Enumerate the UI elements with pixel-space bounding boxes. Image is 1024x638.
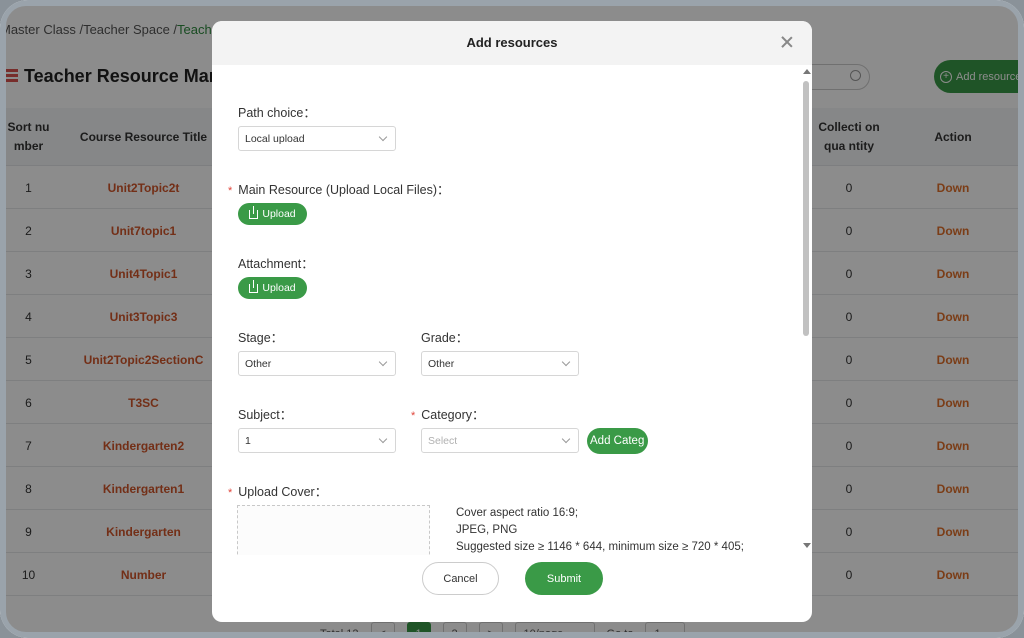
app-frame: Master Class /Teacher Space /Teacher Re … xyxy=(0,0,1024,638)
submit-button[interactable]: Submit xyxy=(525,562,603,595)
stage-select[interactable]: Other xyxy=(238,351,396,376)
category-placeholder: Select xyxy=(428,434,458,447)
scroll-up-arrow-icon[interactable] xyxy=(803,69,811,74)
main-resource-label-text: Main Resource (Upload Local Files)： xyxy=(238,183,450,197)
category-label: * Category： xyxy=(411,404,485,423)
chevron-down-icon xyxy=(561,434,571,444)
cover-upload-area[interactable] xyxy=(237,505,430,555)
modal-title: Add resources xyxy=(466,35,558,50)
scrollbar-thumb[interactable] xyxy=(803,81,809,336)
main-resource-upload-button[interactable]: Upload xyxy=(238,203,307,225)
required-mark: * xyxy=(411,410,416,422)
upload-cover-label-text: Upload Cover： xyxy=(238,485,328,499)
subject-select[interactable]: 1 xyxy=(238,428,396,453)
main-resource-label: * Main Resource (Upload Local Files)： xyxy=(228,179,449,198)
path-choice-select[interactable]: Local upload xyxy=(238,126,396,151)
modal-body: Path choice： Local upload * Main Resource… xyxy=(212,65,812,555)
stage-label: Stage： xyxy=(238,331,284,345)
chevron-down-icon xyxy=(378,434,388,444)
add-category-button[interactable]: Add Categ xyxy=(587,428,648,454)
path-choice-label: Path choice： xyxy=(238,106,316,120)
required-mark: * xyxy=(228,487,233,499)
upload-cover-label: * Upload Cover： xyxy=(228,481,327,500)
cover-tip-ratio: Cover aspect ratio 16:9; xyxy=(456,507,579,519)
add-resources-dialog: Add resources Path choice： Local upload … xyxy=(212,21,812,622)
category-select[interactable]: Select xyxy=(421,428,579,453)
cover-tip-size: Suggested size ≥ 1146 * 644, minimum siz… xyxy=(456,541,744,553)
scroll-down-arrow-icon[interactable] xyxy=(803,543,811,548)
grade-value: Other xyxy=(428,357,455,370)
modal-scrollbar[interactable] xyxy=(802,69,811,549)
upload-icon xyxy=(249,279,259,293)
subject-label: Subject： xyxy=(238,408,293,422)
category-label-text: Category： xyxy=(421,408,485,422)
grade-label: Grade： xyxy=(421,331,469,345)
attachment-label: Attachment： xyxy=(238,257,314,271)
upload-icon xyxy=(249,205,259,219)
cover-tip-format: JPEG, PNG xyxy=(456,524,518,536)
path-choice-value: Local upload xyxy=(245,132,305,145)
modal-header: Add resources xyxy=(212,21,812,65)
upload-label: Upload xyxy=(262,208,296,220)
required-mark: * xyxy=(228,185,233,197)
chevron-down-icon xyxy=(561,357,571,367)
stage-value: Other xyxy=(245,357,272,370)
upload-label: Upload xyxy=(262,282,296,294)
close-icon[interactable] xyxy=(780,35,794,49)
subject-value: 1 xyxy=(245,434,251,447)
attachment-upload-button[interactable]: Upload xyxy=(238,277,307,299)
cancel-button[interactable]: Cancel xyxy=(422,562,499,595)
modal-footer: Cancel Submit xyxy=(212,555,812,622)
chevron-down-icon xyxy=(378,357,388,367)
grade-select[interactable]: Other xyxy=(421,351,579,376)
chevron-down-icon xyxy=(378,132,388,142)
